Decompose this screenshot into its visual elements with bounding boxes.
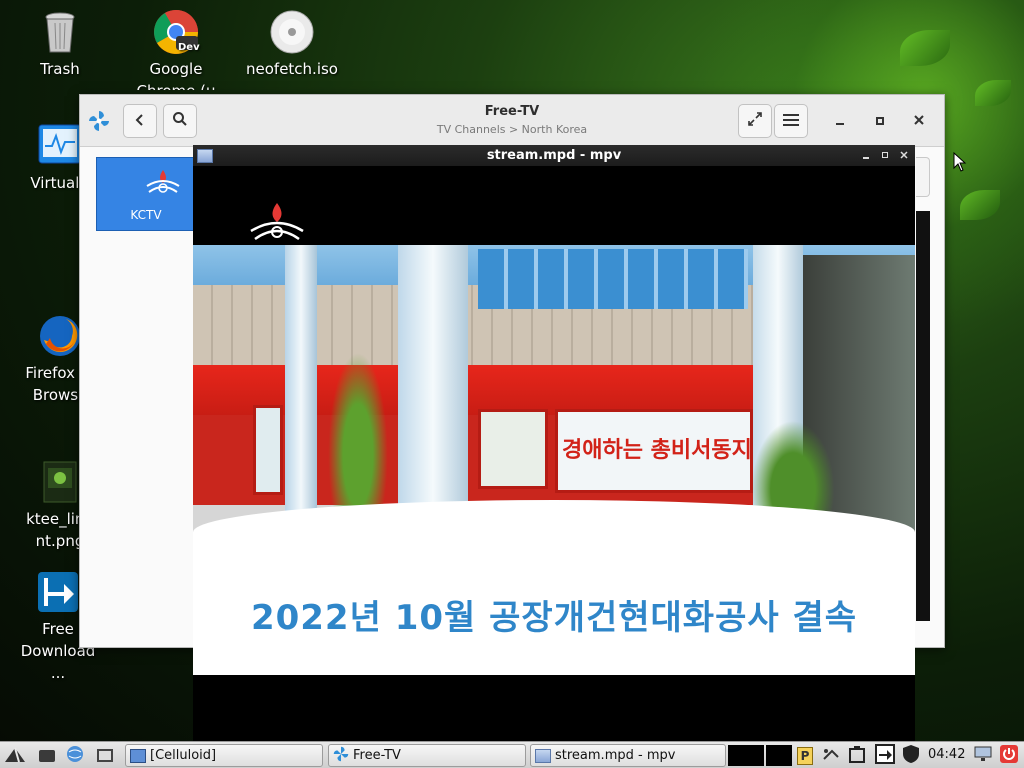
close-icon [900, 149, 908, 162]
p-icon: P [797, 746, 813, 765]
header-dropdown-edge [916, 157, 930, 197]
firefox-icon [36, 312, 84, 360]
minimize-icon [836, 123, 844, 125]
video-caption: 2022년 10월 공장개건현대화공사 결속 [250, 598, 858, 638]
video-scene-poster [253, 405, 283, 495]
disc-icon [268, 8, 316, 56]
task-label: Free-TV [353, 748, 401, 763]
mpv-window: stream.mpd - mpv 경애하는 총비서동지 2022년 10월 공장… [193, 145, 915, 742]
tray-update-button[interactable] [874, 743, 896, 768]
virtualbox-icon [36, 122, 84, 170]
folder-icon [39, 749, 55, 762]
content-scroll-edge [916, 211, 930, 621]
mpv-titlebar[interactable]: stream.mpd - mpv [193, 145, 915, 167]
show-desktop-button[interactable] [36, 745, 58, 766]
tray-p-button[interactable]: P [794, 745, 816, 766]
start-menu-button[interactable] [4, 745, 26, 766]
tray-display-button[interactable] [972, 745, 994, 766]
cpu-graph [728, 745, 764, 766]
power-icon [1000, 744, 1018, 767]
fullscreen-button[interactable] [738, 104, 772, 138]
video-scene-pillar [398, 245, 468, 545]
mpv-close-button[interactable] [897, 148, 911, 162]
image-file-icon [36, 458, 84, 506]
close-button[interactable] [910, 112, 928, 130]
celluloid-icon [130, 748, 146, 763]
expand-icon [747, 111, 763, 131]
arrow-right-box-icon [875, 743, 895, 768]
mpv-minimize-button[interactable] [859, 148, 873, 162]
mpv-maximize-button[interactable] [878, 148, 892, 162]
chrome-dev-icon: Dev [152, 8, 200, 56]
desktop-icon-label: Google Chrome (u [137, 60, 216, 90]
channel-tile-kctv[interactable]: KCTV [96, 157, 196, 231]
clock[interactable]: 04:42 [928, 747, 965, 762]
clipboard-icon [848, 745, 866, 767]
channel-label: KCTV [130, 208, 162, 222]
desktop-icon-neofetch[interactable]: neofetch.iso [242, 8, 342, 80]
trash-icon [36, 8, 84, 56]
desktop-icon-label: Trash [40, 60, 80, 78]
taskbar: [Celluloid] Free-TV stream.mpd - mpv P 0… [0, 741, 1024, 768]
mpv-window-title: stream.mpd - mpv [486, 148, 622, 163]
mouse-cursor-icon [953, 151, 967, 172]
video-frame[interactable]: 경애하는 총비서동지 2022년 10월 공장개건현대화공사 결속 [193, 245, 915, 675]
caption-band [193, 500, 915, 675]
web-browser-launcher[interactable] [64, 745, 86, 766]
desktop-icon-label: neofetch.iso [246, 60, 338, 78]
video-scene-windows [478, 249, 748, 309]
maximize-button[interactable] [871, 112, 889, 130]
network-icon [822, 745, 840, 767]
shield-icon [902, 744, 920, 768]
chrome-dev-badge: Dev [178, 42, 200, 53]
globe-icon [66, 745, 84, 767]
task-mpv[interactable]: stream.mpd - mpv [530, 744, 726, 767]
kctv-logo-icon [143, 166, 183, 200]
video-scene-poster [478, 409, 548, 489]
breadcrumb: TV Channels > North Korea [436, 123, 588, 136]
maximize-icon [882, 152, 888, 158]
video-scene-sign: 경애하는 총비서동지 [555, 409, 753, 493]
maximize-icon [876, 117, 884, 125]
freetv-headerbar: Free-TV TV Channels > North Korea [80, 95, 944, 147]
windows-icon [97, 749, 113, 762]
window-title: Free-TV [484, 104, 540, 119]
hamburger-menu-icon [783, 112, 799, 131]
tray-network-button[interactable] [820, 745, 842, 766]
window-switcher-button[interactable] [94, 745, 116, 766]
minimize-button[interactable] [831, 112, 849, 130]
desktop-icon-chrome[interactable]: Dev Google Chrome (u [126, 8, 226, 90]
task-celluloid[interactable]: [Celluloid] [125, 744, 323, 767]
menu-button[interactable] [774, 104, 808, 138]
tray-spacer [766, 745, 792, 766]
tray-clipboard-button[interactable] [846, 745, 868, 766]
tray-shield-button[interactable] [900, 744, 922, 768]
task-freetv[interactable]: Free-TV [328, 744, 526, 767]
mpv-icon [535, 748, 551, 763]
kctv-overlay-logo-icon [247, 201, 307, 247]
task-label: stream.mpd - mpv [555, 748, 676, 763]
video-scene-pillar [285, 245, 317, 515]
monitor-icon [974, 746, 992, 766]
freetv-icon [333, 746, 349, 766]
free-download-icon [34, 568, 82, 616]
task-label: [Celluloid] [150, 748, 217, 763]
desktop-icon-trash[interactable]: Trash [10, 8, 110, 80]
power-button[interactable] [998, 744, 1020, 767]
start-menu-icon [4, 745, 26, 767]
minimize-icon [863, 156, 869, 159]
video-scene-sign-text: 경애하는 총비서동지 [562, 437, 752, 463]
close-icon [914, 113, 924, 129]
